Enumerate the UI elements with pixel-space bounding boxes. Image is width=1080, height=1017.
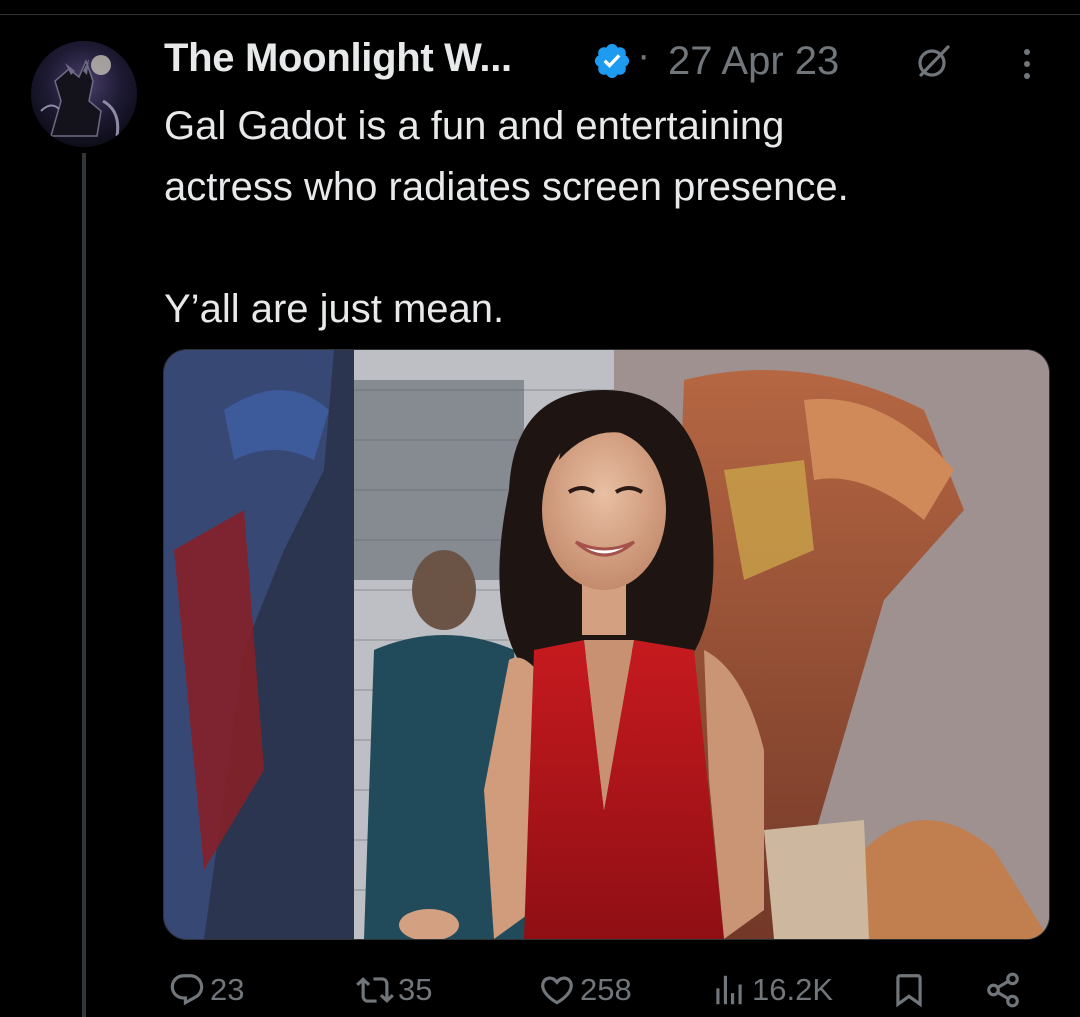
share-button[interactable]: [984, 962, 1026, 1017]
share-icon: [987, 972, 1019, 1007]
tweet-header: The Moonlight W... · 27 Apr 23: [164, 30, 1044, 88]
like-count: 258: [580, 972, 632, 1007]
bookmark-icon: [896, 973, 922, 1007]
more-vertical-icon[interactable]: [1012, 46, 1042, 82]
reply-count: 23: [210, 972, 245, 1007]
views-count: 16.2K: [752, 972, 834, 1007]
timestamp[interactable]: 27 Apr 23: [668, 39, 839, 84]
reply-button[interactable]: 23: [168, 962, 244, 1017]
verified-badge-icon: [594, 43, 630, 79]
retweet-icon: [356, 976, 394, 1003]
views-button[interactable]: 16.2K: [710, 962, 833, 1017]
like-button[interactable]: 258: [538, 962, 632, 1017]
tweet-page: The Moonlight W... · 27 Apr 23 Gal Gadot…: [0, 0, 1080, 1017]
tweet-photo[interactable]: [163, 349, 1050, 940]
bookmark-button[interactable]: [890, 962, 932, 1017]
header-separator: ·: [637, 33, 651, 77]
retweet-button[interactable]: 35: [356, 962, 432, 1017]
tweet-text: Gal Gadot is a fun and entertaining actr…: [164, 104, 849, 331]
views-icon: [716, 975, 742, 1004]
grok-icon[interactable]: [914, 43, 952, 81]
avatar[interactable]: [31, 41, 137, 147]
thread-line: [82, 153, 86, 1017]
retweet-count: 35: [398, 972, 433, 1007]
top-divider: [0, 14, 1080, 15]
like-icon: [541, 976, 573, 1005]
author-name[interactable]: The Moonlight W...: [164, 36, 512, 81]
reply-icon: [170, 973, 204, 1005]
action-bar: 23 35 258 16.2K: [0, 962, 1080, 1017]
